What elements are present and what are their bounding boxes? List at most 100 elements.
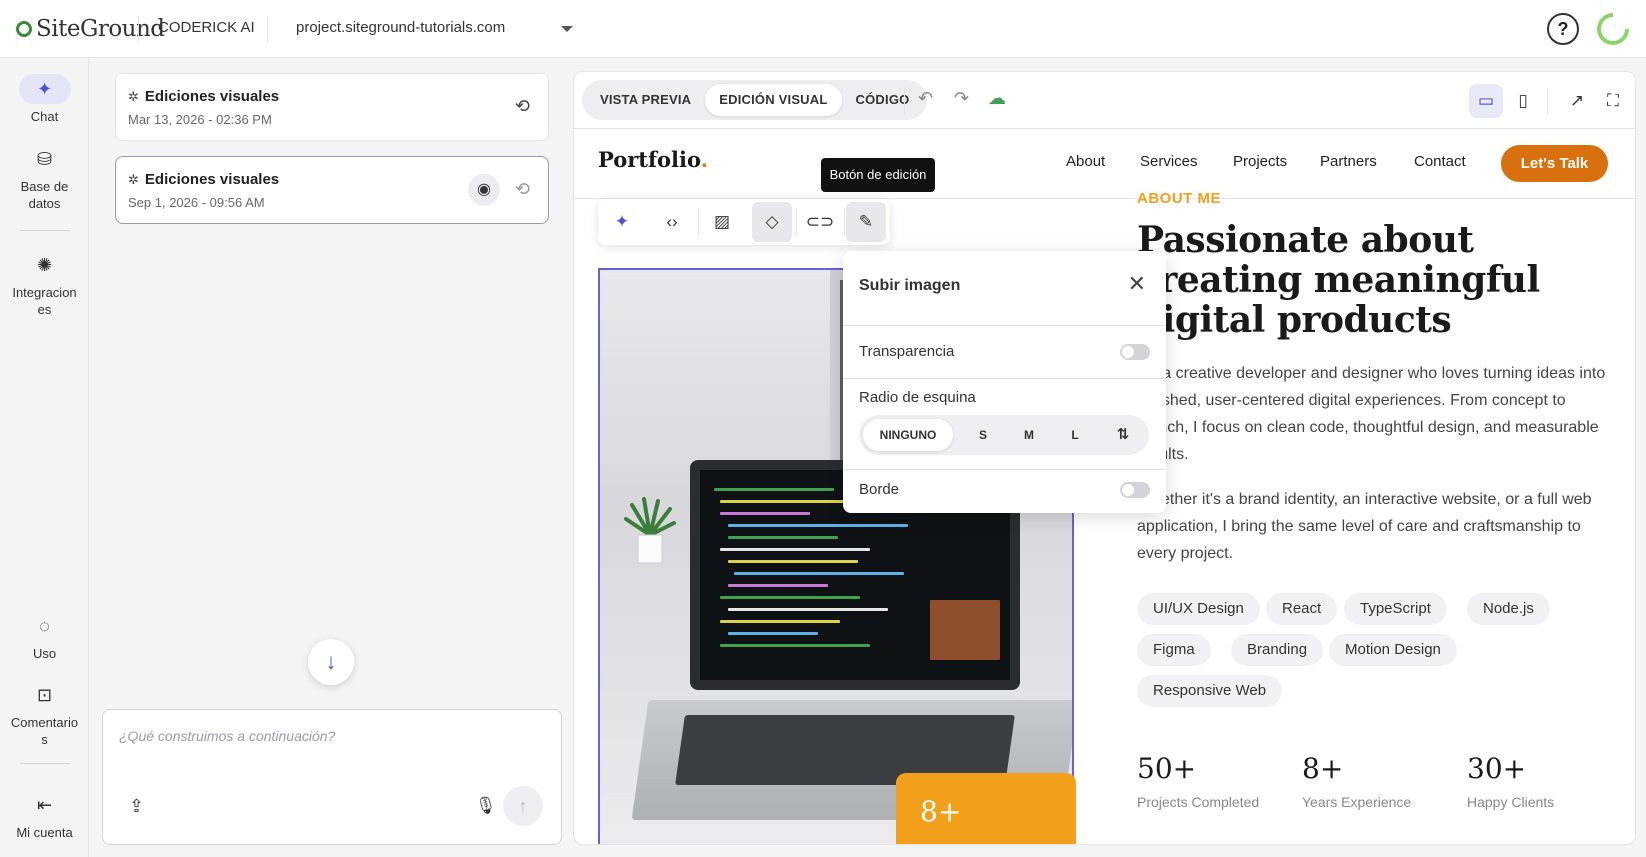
sidebar-item-account[interactable]: ⇤ Mi cuenta: [0, 790, 89, 841]
link-icon[interactable]: ⊂⊃: [800, 202, 840, 242]
site-brand[interactable]: Portfolio.: [598, 147, 708, 172]
eye-icon[interactable]: ◉: [468, 174, 500, 206]
upload-icon[interactable]: ⇪: [129, 796, 144, 817]
redo-icon[interactable]: ↷: [954, 88, 969, 109]
close-icon[interactable]: ✕: [1128, 271, 1146, 297]
cloud-save-icon[interactable]: ☁: [988, 88, 1006, 109]
fullscreen-icon[interactable]: ⛶: [1596, 84, 1630, 118]
corner-radius-selector: NINGUNO S M L ⇅: [859, 415, 1149, 455]
divider: [904, 88, 905, 114]
stat-value: 8+: [1302, 752, 1344, 785]
divider: [843, 325, 1166, 326]
border-toggle[interactable]: [1120, 482, 1150, 498]
left-sidebar: ✦ Chat ⛁ Base de datos ✺ Integraciones ◌…: [0, 58, 89, 857]
sidebar-item-feedback[interactable]: ⊡ Comentarios: [0, 680, 89, 748]
app-name: CODERICK AI: [158, 19, 255, 36]
restore-icon[interactable]: ⟲: [515, 96, 530, 117]
help-icon[interactable]: ?: [1547, 13, 1579, 45]
top-bar: SiteGround CODERICK AI project.sitegroun…: [0, 0, 1646, 58]
divider: [843, 469, 1166, 470]
sidebar-item-chat[interactable]: ✦ Chat: [0, 74, 89, 125]
plant-icon: [624, 497, 676, 564]
sidebar-item-label: Uso: [32, 646, 57, 661]
usage-icon: ◌: [39, 616, 50, 636]
composer-placeholder: ¿Qué construimos a continuación?: [119, 728, 336, 744]
sidebar-item-usage[interactable]: ◌ Uso: [0, 611, 89, 662]
stat-value: 30+: [1467, 752, 1527, 785]
site-nav-about[interactable]: About: [1066, 153, 1105, 170]
open-external-icon[interactable]: ↗: [1560, 84, 1594, 118]
site-nav-contact[interactable]: Contact: [1414, 153, 1466, 170]
skill-chip: UI/UX Design: [1137, 593, 1260, 625]
divider: [844, 209, 845, 235]
history-card-title: ✲ Ediciones visuales: [128, 171, 280, 188]
logo-mark-icon: [16, 21, 32, 37]
section-eyebrow: ABOUT ME: [1137, 190, 1221, 207]
transparency-toggle[interactable]: [1120, 344, 1150, 360]
tab-preview[interactable]: VISTA PREVIA: [586, 84, 705, 116]
sidebar-item-label: Chat: [30, 109, 59, 124]
tooltip: Botón de edición: [821, 158, 935, 192]
radius-option-s[interactable]: S: [963, 419, 1003, 451]
experience-badge: 8+: [896, 773, 1076, 844]
sidebar-item-database[interactable]: ⛁ Base de datos: [0, 144, 89, 212]
border-label: Borde: [859, 481, 900, 498]
image-upload-icon[interactable]: ▨: [702, 202, 742, 242]
divider: [1547, 88, 1548, 114]
stat-value: 50+: [1137, 752, 1197, 785]
radius-option-none[interactable]: NINGUNO: [863, 419, 953, 451]
custom-radius-icon[interactable]: ⇅: [1103, 419, 1143, 451]
microphone-icon[interactable]: 🎙: [475, 796, 497, 816]
scroll-down-button[interactable]: ↓: [308, 639, 354, 685]
sidebar-item-integrations[interactable]: ✺ Integraciones: [0, 250, 89, 318]
intro-paragraph: I'm a creative developer and designer wh…: [1137, 365, 1606, 463]
history-card-date: Sep 1, 2026 - 09:56 AM: [128, 195, 265, 210]
database-icon: ⛁: [36, 149, 53, 169]
desktop-view-icon[interactable]: ▭: [1469, 84, 1503, 118]
tab-code[interactable]: CÓDIGO: [842, 84, 924, 116]
radius-option-m[interactable]: M: [1009, 419, 1049, 451]
code-icon[interactable]: ‹›: [652, 202, 692, 242]
site-nav-services[interactable]: Services: [1140, 153, 1198, 170]
mobile-view-icon[interactable]: ▯: [1506, 84, 1540, 118]
site-nav-partners[interactable]: Partners: [1320, 153, 1377, 170]
stat-label: Years Experience: [1302, 794, 1412, 810]
undo-icon[interactable]: ↶: [918, 88, 933, 109]
skill-chip: Responsive Web: [1137, 675, 1283, 707]
restore-icon[interactable]: ⟲: [515, 179, 530, 200]
tab-visual-edit[interactable]: EDICIÓN VISUAL: [705, 84, 842, 116]
domain-selector[interactable]: project.siteground-tutorials.com: [296, 19, 505, 36]
sidebar-item-label: Integraciones: [12, 285, 77, 317]
logo-text: SiteGround: [36, 16, 165, 42]
stat-label: Projects Completed: [1137, 794, 1260, 810]
send-button[interactable]: ↑: [503, 786, 543, 826]
element-toolbar: ✦ ‹› ▨ ◇ ⊂⊃ ✎: [598, 199, 890, 245]
ai-sparkle-icon[interactable]: ✦: [602, 202, 642, 242]
history-card-date: Mar 13, 2026 - 02:36 PM: [128, 112, 272, 127]
chevron-down-icon[interactable]: [561, 26, 573, 32]
skill-chip: Figma: [1137, 634, 1211, 666]
divider: [138, 16, 139, 42]
site-nav-projects[interactable]: Projects: [1233, 153, 1287, 170]
divider: [20, 230, 70, 231]
pencil-icon[interactable]: ✎: [846, 202, 886, 242]
feedback-icon: ⊡: [36, 685, 53, 705]
section-headline: Passionate about creating meaningful dig…: [1137, 219, 1540, 341]
transparency-label: Transparencia: [859, 343, 955, 360]
skill-chip: Motion Design: [1329, 634, 1457, 666]
chat-composer[interactable]: ¿Qué construimos a continuación? ⇪ 🎙 ↑: [102, 709, 562, 845]
siteground-logo[interactable]: SiteGround: [16, 16, 165, 42]
integrations-icon: ✺: [36, 255, 53, 275]
skill-chip: TypeScript: [1344, 593, 1447, 625]
radius-option-l[interactable]: L: [1055, 419, 1095, 451]
magic-icon: ✲: [128, 172, 139, 187]
lets-talk-button[interactable]: Let's Talk: [1501, 145, 1608, 182]
history-card[interactable]: ✲ Ediciones visuales Sep 1, 2026 - 09:56 …: [115, 156, 549, 224]
tag-icon[interactable]: ◇: [752, 202, 792, 242]
mode-switcher: VISTA PREVIA EDICIÓN VISUAL CÓDIGO: [582, 80, 928, 120]
popover-title: Subir imagen: [859, 277, 961, 294]
skill-chip: Node.js: [1467, 593, 1550, 625]
history-card[interactable]: ✲ Ediciones visuales Mar 13, 2026 - 02:36…: [115, 73, 549, 141]
history-card-title: ✲ Ediciones visuales: [128, 88, 280, 105]
sparkle-icon: ✦: [18, 74, 71, 104]
